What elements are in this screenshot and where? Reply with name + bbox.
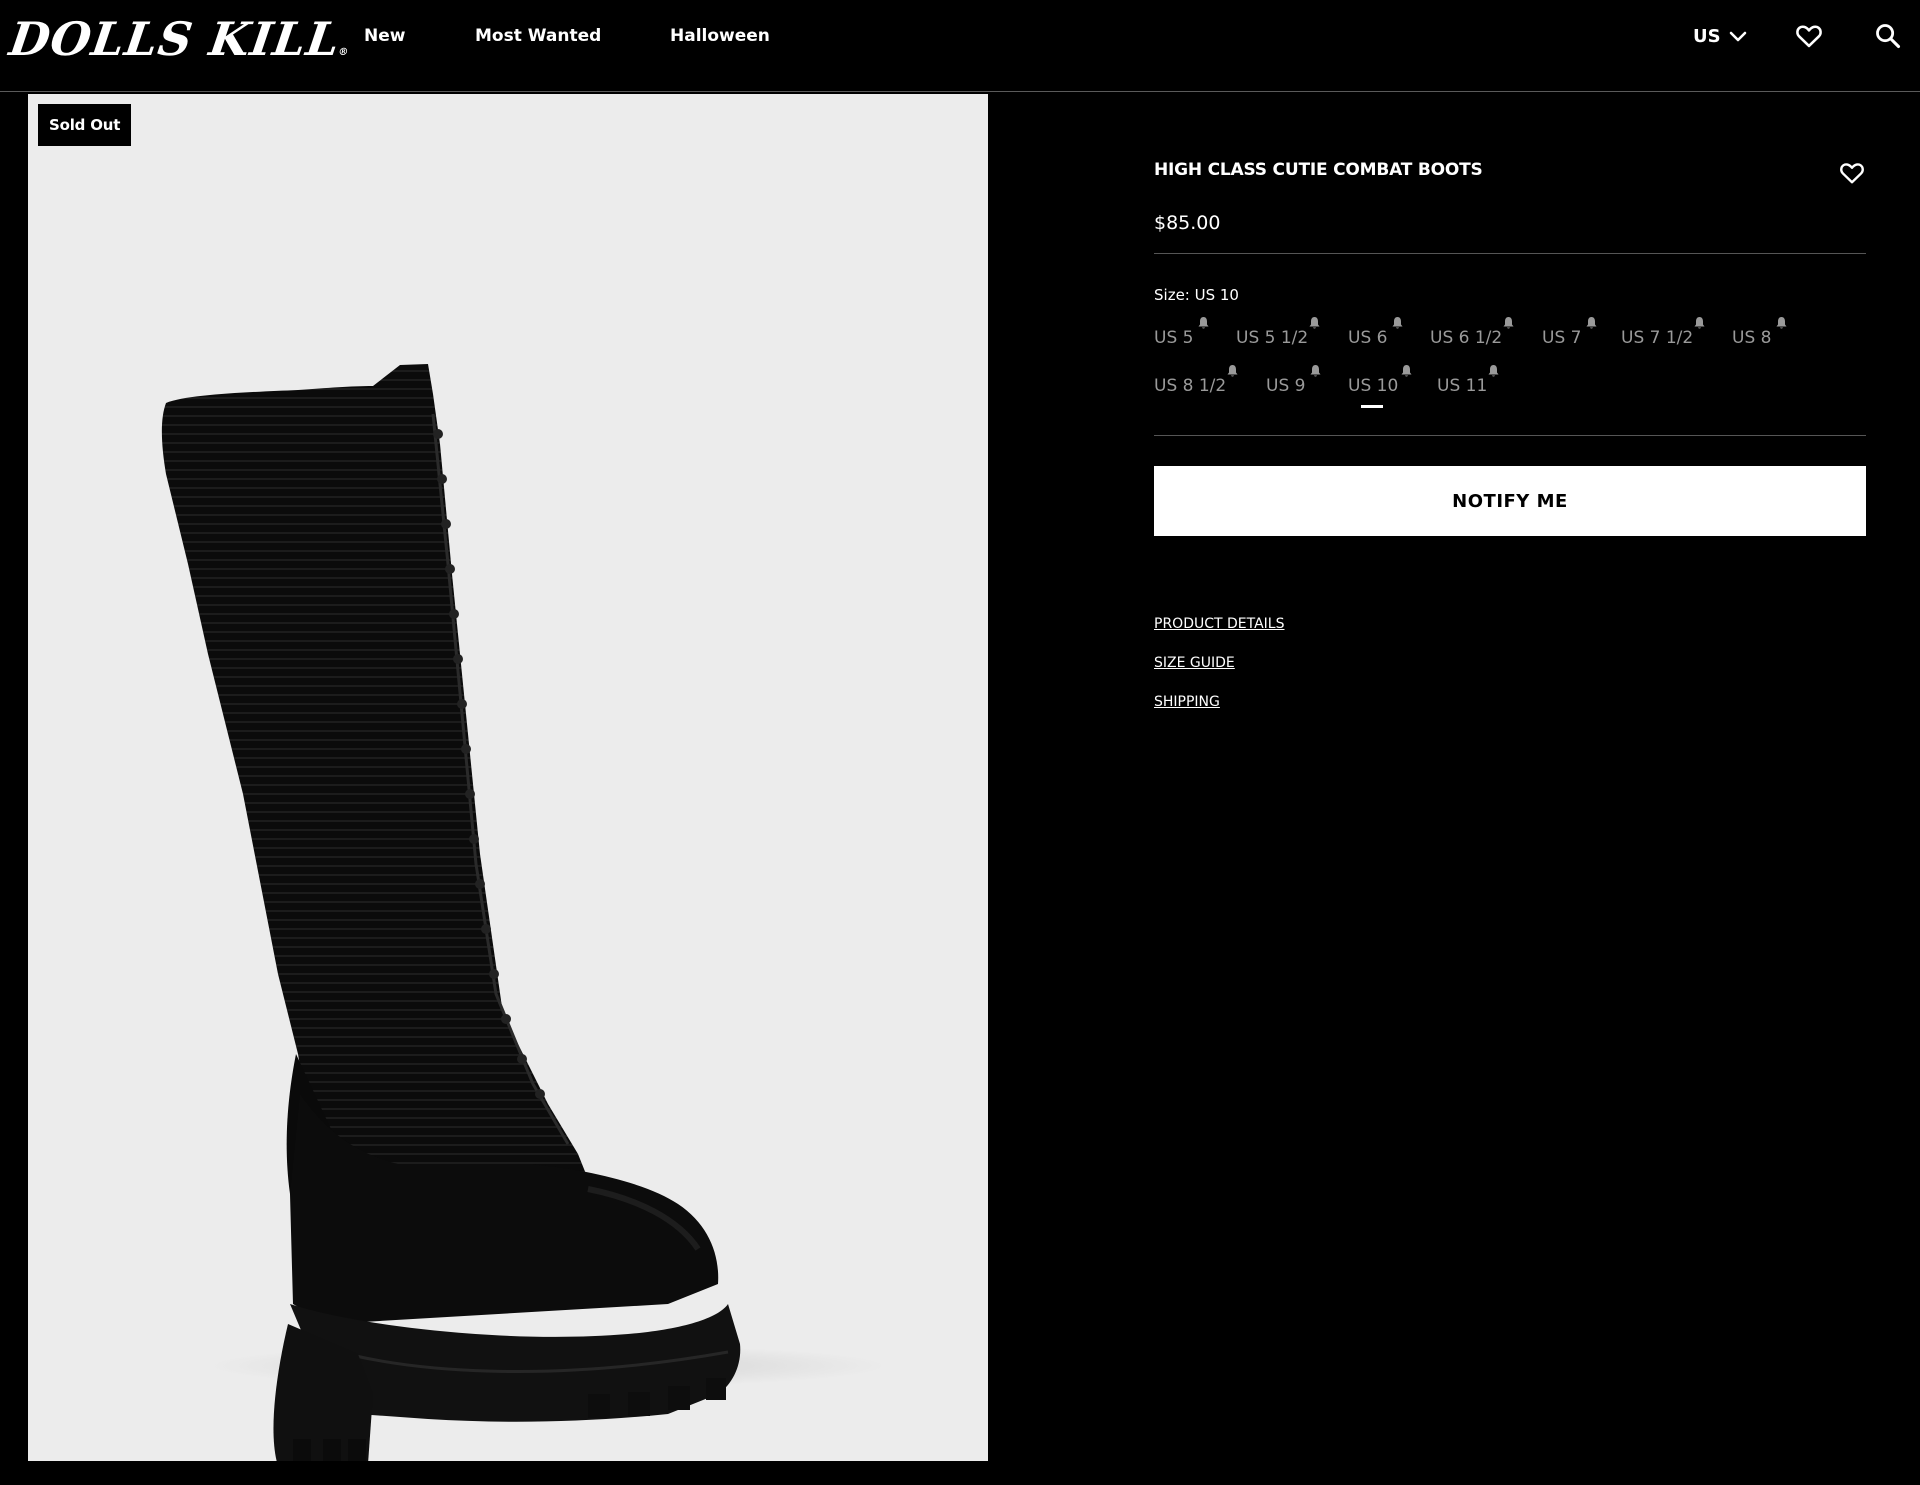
- product-image[interactable]: Sold Out: [28, 94, 988, 1461]
- size-label: US 7: [1542, 328, 1582, 348]
- boot-image: [161, 364, 888, 1461]
- product-title: HIGH CLASS CUTIE COMBAT BOOTS: [1154, 160, 1483, 180]
- size-option[interactable]: US 5: [1154, 317, 1209, 348]
- size-option[interactable]: US 6 1/2: [1430, 317, 1514, 348]
- heart-icon[interactable]: [1795, 22, 1823, 50]
- dolls-kill-logo[interactable]: DOLLS KILL®: [6, 12, 355, 66]
- size-option[interactable]: US 8: [1732, 317, 1787, 348]
- size-option[interactable]: US 7 1/2: [1621, 317, 1705, 348]
- product-details-link[interactable]: PRODUCT DETAILS: [1154, 616, 1284, 632]
- region-label: US: [1693, 26, 1721, 47]
- bell-icon: [1310, 365, 1321, 377]
- size-label: US 5: [1154, 328, 1194, 348]
- size-label: US 8: [1732, 328, 1772, 348]
- bell-icon: [1227, 365, 1238, 377]
- logo-registered-mark: ®: [337, 47, 350, 58]
- region-selector[interactable]: US: [1693, 26, 1747, 47]
- size-label: US 10: [1348, 376, 1399, 396]
- bell-icon: [1694, 317, 1705, 329]
- size-option[interactable]: US 6: [1348, 317, 1403, 348]
- size-guide-link[interactable]: SIZE GUIDE: [1154, 655, 1235, 671]
- size-option[interactable]: US 8 1/2: [1154, 365, 1238, 396]
- logo-text: DOLLS KILL: [6, 12, 344, 66]
- bell-icon: [1586, 317, 1597, 329]
- bell-icon: [1401, 365, 1412, 377]
- chevron-down-icon: [1729, 31, 1746, 41]
- search-icon[interactable]: [1874, 22, 1902, 50]
- nav-link-new[interactable]: New: [364, 26, 405, 46]
- size-label: US 6 1/2: [1430, 328, 1503, 348]
- size-option[interactable]: US 5 1/2: [1236, 317, 1320, 348]
- size-option[interactable]: US 11: [1437, 365, 1499, 396]
- size-label: US 5 1/2: [1236, 328, 1309, 348]
- size-option[interactable]: US 7: [1542, 317, 1597, 348]
- product-price: $85.00: [1154, 212, 1221, 234]
- size-label: US 9: [1266, 376, 1306, 396]
- divider: [1154, 253, 1866, 254]
- bell-icon: [1776, 317, 1787, 329]
- site-header: DOLLS KILL® New Most Wanted Halloween US: [0, 0, 1920, 92]
- size-option-selected[interactable]: US 10: [1348, 365, 1412, 408]
- nav-link-most-wanted[interactable]: Most Wanted: [475, 26, 601, 46]
- size-label: US 11: [1437, 376, 1488, 396]
- size-label: US 8 1/2: [1154, 376, 1227, 396]
- sold-out-badge: Sold Out: [38, 104, 132, 146]
- bell-icon: [1198, 317, 1209, 329]
- bell-icon: [1309, 317, 1320, 329]
- shipping-link[interactable]: SHIPPING: [1154, 694, 1220, 710]
- bell-icon: [1488, 365, 1499, 377]
- selected-size-label: Size: US 10: [1154, 286, 1239, 304]
- size-label: US 6: [1348, 328, 1388, 348]
- divider: [1154, 435, 1866, 436]
- nav-link-halloween[interactable]: Halloween: [670, 26, 770, 46]
- notify-me-button[interactable]: NOTIFY ME: [1154, 466, 1866, 536]
- size-label: US 7 1/2: [1621, 328, 1694, 348]
- bell-icon: [1503, 317, 1514, 329]
- add-to-wishlist-heart-icon[interactable]: [1839, 160, 1865, 186]
- size-option[interactable]: US 9: [1266, 365, 1321, 396]
- bell-icon: [1392, 317, 1403, 329]
